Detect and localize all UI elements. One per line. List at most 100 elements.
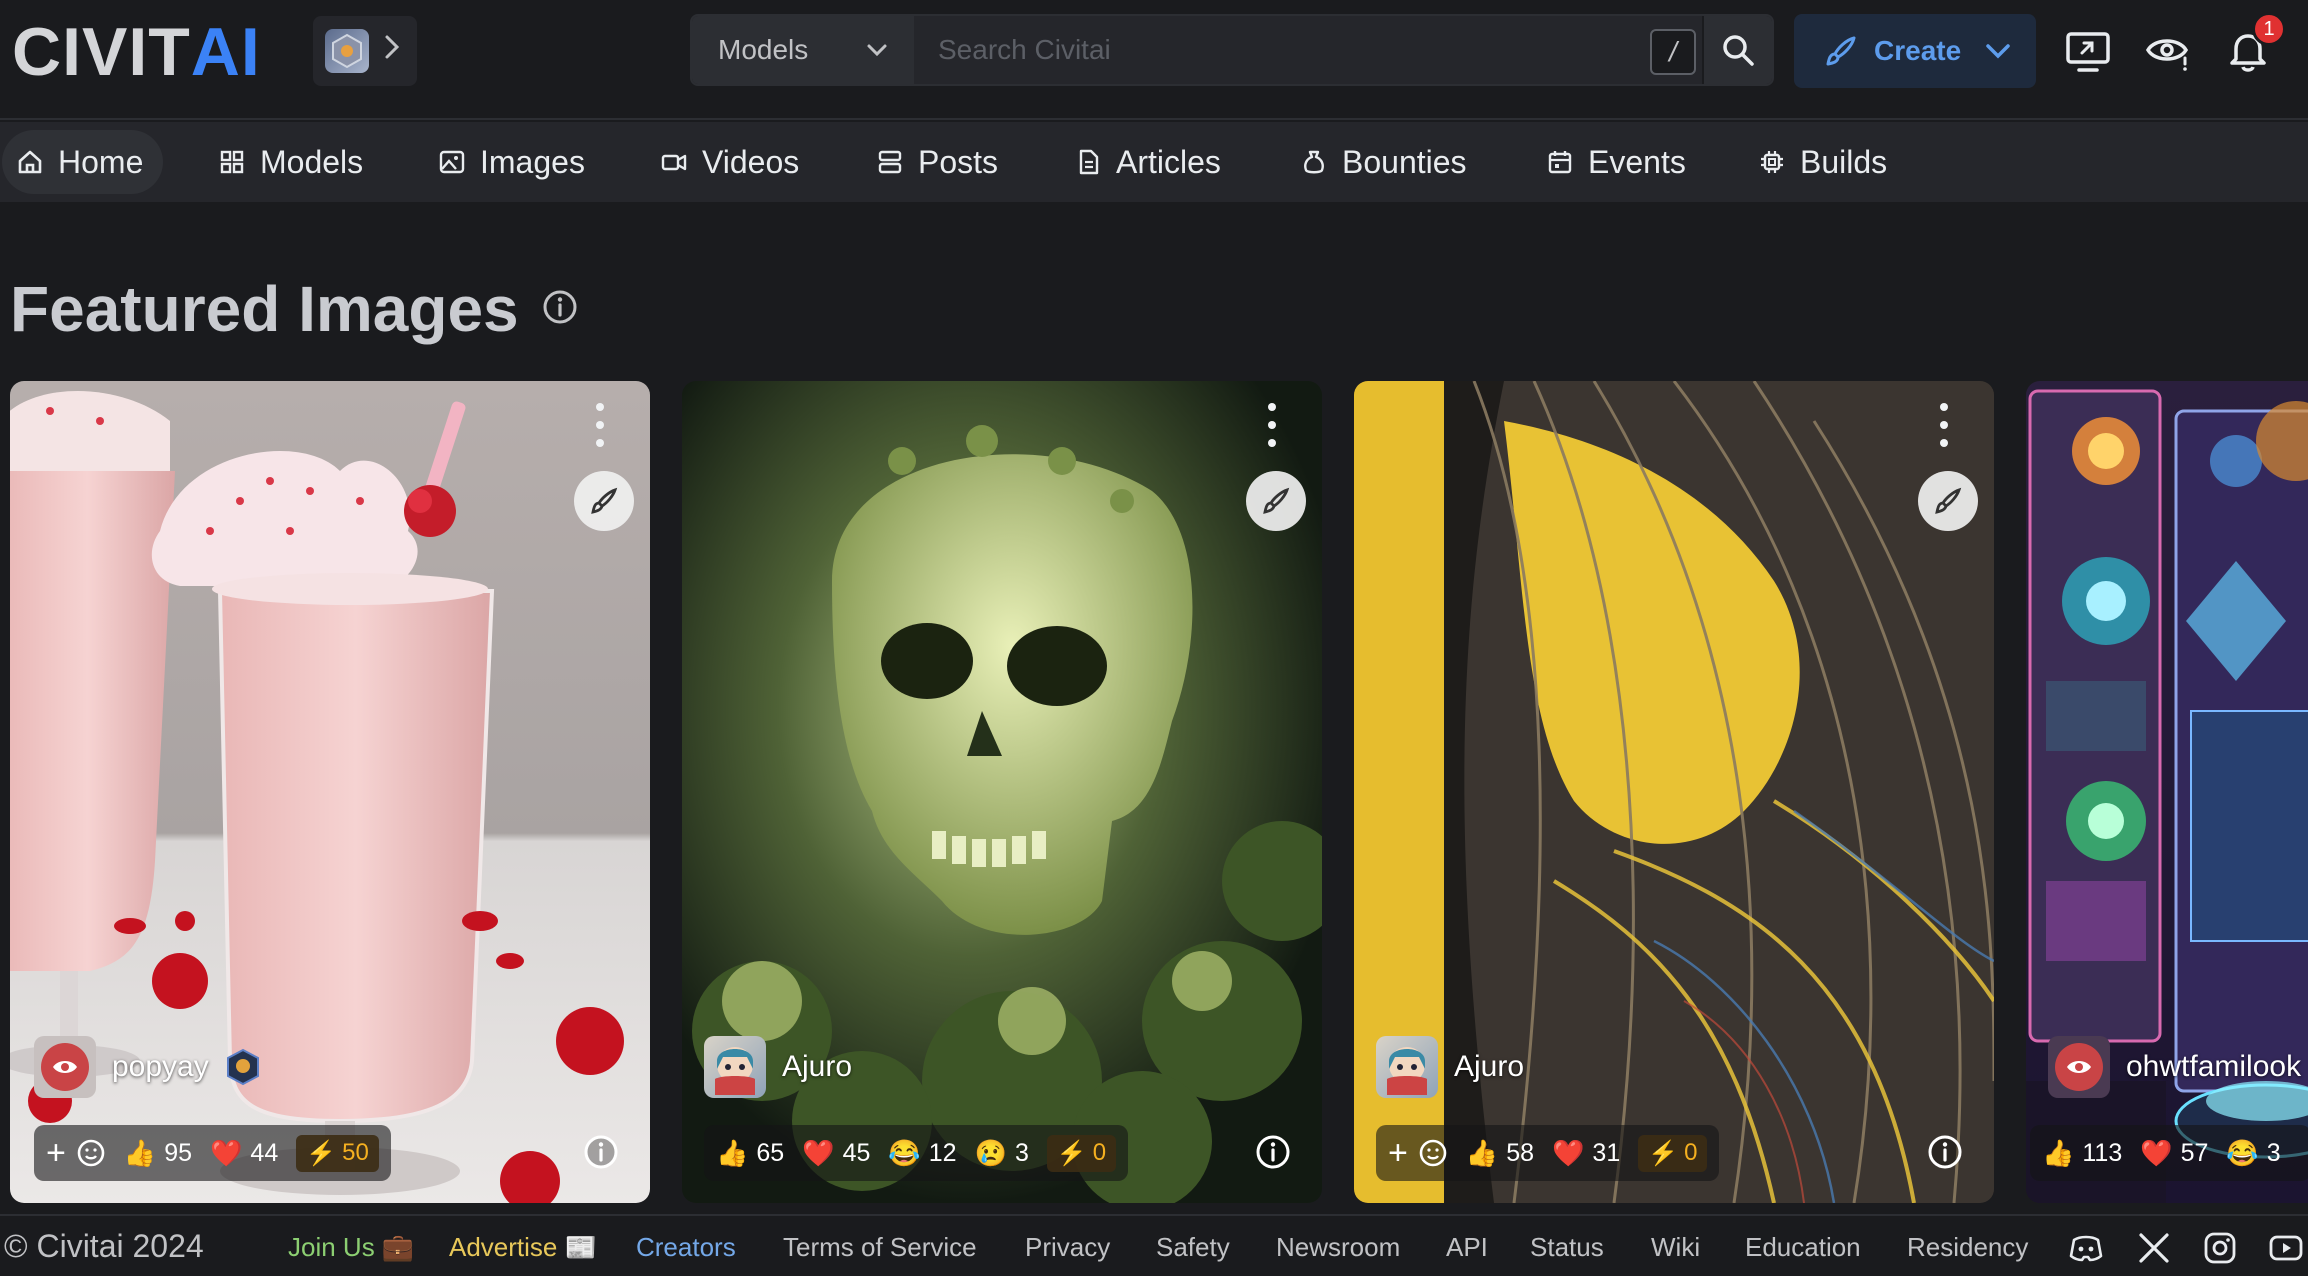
image-author[interactable]: ohwtfamilook (2048, 1035, 2301, 1099)
heart-reaction[interactable]: ❤️ 57 (2140, 1138, 2208, 1169)
laugh-reaction[interactable]: 😂 12 (888, 1138, 956, 1169)
like-reaction[interactable]: 👍 58 (1466, 1138, 1534, 1169)
footer-safety-link[interactable]: Safety (1156, 1232, 1230, 1263)
chevron-down-icon (867, 44, 887, 57)
author-name: Ajuro (1454, 1050, 1525, 1083)
nav-posts[interactable]: Posts (862, 130, 1018, 194)
search-hotkey-hint: / (1650, 29, 1696, 75)
heart-reaction[interactable]: ❤️ 44 (210, 1138, 278, 1169)
info-icon[interactable] (1926, 1133, 1964, 1171)
footer: © Civitai 2024 Join Us 💼 Advertise 📰 Cre… (0, 1214, 2308, 1276)
search-bar: Models / (690, 14, 1774, 86)
home-icon (18, 150, 42, 174)
image-icon (439, 150, 465, 174)
search-input[interactable] (914, 16, 1702, 84)
x-twitter-icon[interactable] (2136, 1230, 2172, 1266)
info-icon[interactable] (541, 288, 579, 326)
footer-residency-link[interactable]: Residency (1907, 1232, 2028, 1263)
reaction-bar: 👍 113 ❤️ 57 😂 3 (2030, 1125, 2308, 1181)
nav-builds[interactable]: Builds (1744, 130, 1907, 194)
search-type-select[interactable]: Models (692, 16, 914, 84)
like-reaction[interactable]: 👍 65 (716, 1138, 784, 1169)
featured-image-card[interactable]: popyay + 👍 95 ❤️ 44 ⚡ 50 (10, 381, 650, 1203)
buzz-tip[interactable]: ⚡ 0 (1638, 1134, 1708, 1172)
image-author[interactable]: Ajuro (1376, 1035, 1524, 1099)
thumbs-up-icon: 👍 (2042, 1137, 2075, 1168)
reaction-bar: + 👍 58 ❤️ 31 ⚡ 0 (1376, 1125, 1720, 1181)
nav-bounties[interactable]: Bounties (1286, 130, 1487, 194)
top-header: CIVITAI Models / Create 1 (0, 0, 2308, 120)
user-avatar (1376, 1036, 1438, 1098)
like-reaction[interactable]: 👍 95 (124, 1138, 192, 1169)
nav-events[interactable]: Events (1532, 130, 1706, 194)
search-icon (1723, 35, 1754, 66)
lightning-icon: ⚡ (1648, 1139, 1679, 1167)
footer-advertise-link[interactable]: Advertise 📰 (449, 1232, 597, 1263)
emoji-smile-icon[interactable] (1418, 1138, 1448, 1168)
featured-image-card[interactable]: Ajuro + 👍 58 ❤️ 31 ⚡ 0 (1354, 381, 1994, 1203)
heart-icon: ❤️ (210, 1137, 243, 1168)
like-reaction[interactable]: 👍 113 (2042, 1138, 2122, 1169)
posts-icon (878, 150, 902, 174)
footer-status-link[interactable]: Status (1530, 1232, 1604, 1263)
eye-hidden-avatar (2048, 1036, 2110, 1098)
cpu-icon (1761, 151, 1783, 173)
lightning-icon: ⚡ (306, 1139, 337, 1167)
cry-reaction[interactable]: 😢 3 (975, 1138, 1029, 1169)
thumbs-up-icon: 👍 (123, 1137, 157, 1168)
discord-icon[interactable] (2068, 1230, 2104, 1266)
youtube-icon[interactable] (2268, 1230, 2304, 1266)
image-author[interactable]: popyay (34, 1035, 261, 1099)
featured-image-card[interactable]: Ajuro 👍 65 ❤️ 45 😂 12 😢 3 ⚡ 0 (682, 381, 1322, 1203)
more-options-icon[interactable] (1932, 403, 1956, 447)
search-button[interactable] (1702, 16, 1772, 84)
footer-newsroom-link[interactable]: Newsroom (1276, 1232, 1400, 1263)
chevron-down-icon[interactable] (1983, 14, 2013, 88)
instagram-icon[interactable] (2202, 1230, 2238, 1266)
laugh-icon: 😂 (888, 1137, 921, 1168)
heart-reaction[interactable]: ❤️ 31 (1552, 1138, 1620, 1169)
info-icon[interactable] (1254, 1133, 1292, 1171)
buzz-tip[interactable]: ⚡ 50 (296, 1134, 379, 1172)
nav-videos[interactable]: Videos (646, 130, 819, 194)
nav-articles[interactable]: Articles (1060, 130, 1241, 194)
file-icon (1079, 149, 1099, 175)
image-author[interactable]: Ajuro (704, 1035, 852, 1099)
footer-terms-link[interactable]: Terms of Service (783, 1232, 977, 1263)
featured-image-card[interactable]: ohwtfamilook 👍 113 ❤️ 57 😂 3 (2026, 381, 2308, 1203)
footer-privacy-link[interactable]: Privacy (1025, 1232, 1110, 1263)
author-name: Ajuro (782, 1050, 853, 1083)
civitai-logo[interactable]: CIVIT AI (12, 14, 261, 90)
footer-api-link[interactable]: API (1446, 1232, 1488, 1263)
laugh-reaction[interactable]: 😂 3 (2226, 1138, 2280, 1169)
info-icon[interactable] (582, 1133, 620, 1171)
nav-models[interactable]: Models (204, 130, 383, 194)
heart-icon: ❤️ (1552, 1137, 1585, 1168)
eye-hidden-avatar (34, 1036, 96, 1098)
add-reaction-icon[interactable]: + (46, 1134, 66, 1173)
footer-creators-link[interactable]: Creators (636, 1232, 736, 1263)
footer-wiki-link[interactable]: Wiki (1651, 1232, 1700, 1263)
emoji-smile-icon[interactable] (76, 1138, 106, 1168)
brush-icon (1935, 487, 1962, 514)
desktop-upload-icon[interactable] (2064, 28, 2112, 76)
create-button[interactable]: Create (1794, 14, 2036, 88)
add-reaction-icon[interactable]: + (1388, 1134, 1408, 1173)
remix-brush-button[interactable] (574, 471, 634, 531)
remix-brush-button[interactable] (1246, 471, 1306, 531)
grid-icon (220, 150, 244, 174)
more-options-icon[interactable] (588, 403, 612, 447)
remix-brush-button[interactable] (1918, 471, 1978, 531)
brush-icon (591, 487, 618, 514)
footer-education-link[interactable]: Education (1745, 1232, 1861, 1263)
nav-images[interactable]: Images (424, 130, 605, 194)
buzz-tip[interactable]: ⚡ 0 (1046, 1134, 1117, 1172)
nav-home[interactable]: Home (2, 130, 164, 194)
more-options-icon[interactable] (1260, 403, 1284, 447)
eye-icon[interactable] (2144, 28, 2192, 76)
footer-join-link[interactable]: Join Us 💼 (288, 1232, 414, 1263)
heart-icon: ❤️ (802, 1137, 835, 1168)
account-switcher[interactable] (313, 16, 417, 86)
heart-reaction[interactable]: ❤️ 45 (802, 1138, 870, 1169)
eye-icon (2067, 1061, 2091, 1073)
